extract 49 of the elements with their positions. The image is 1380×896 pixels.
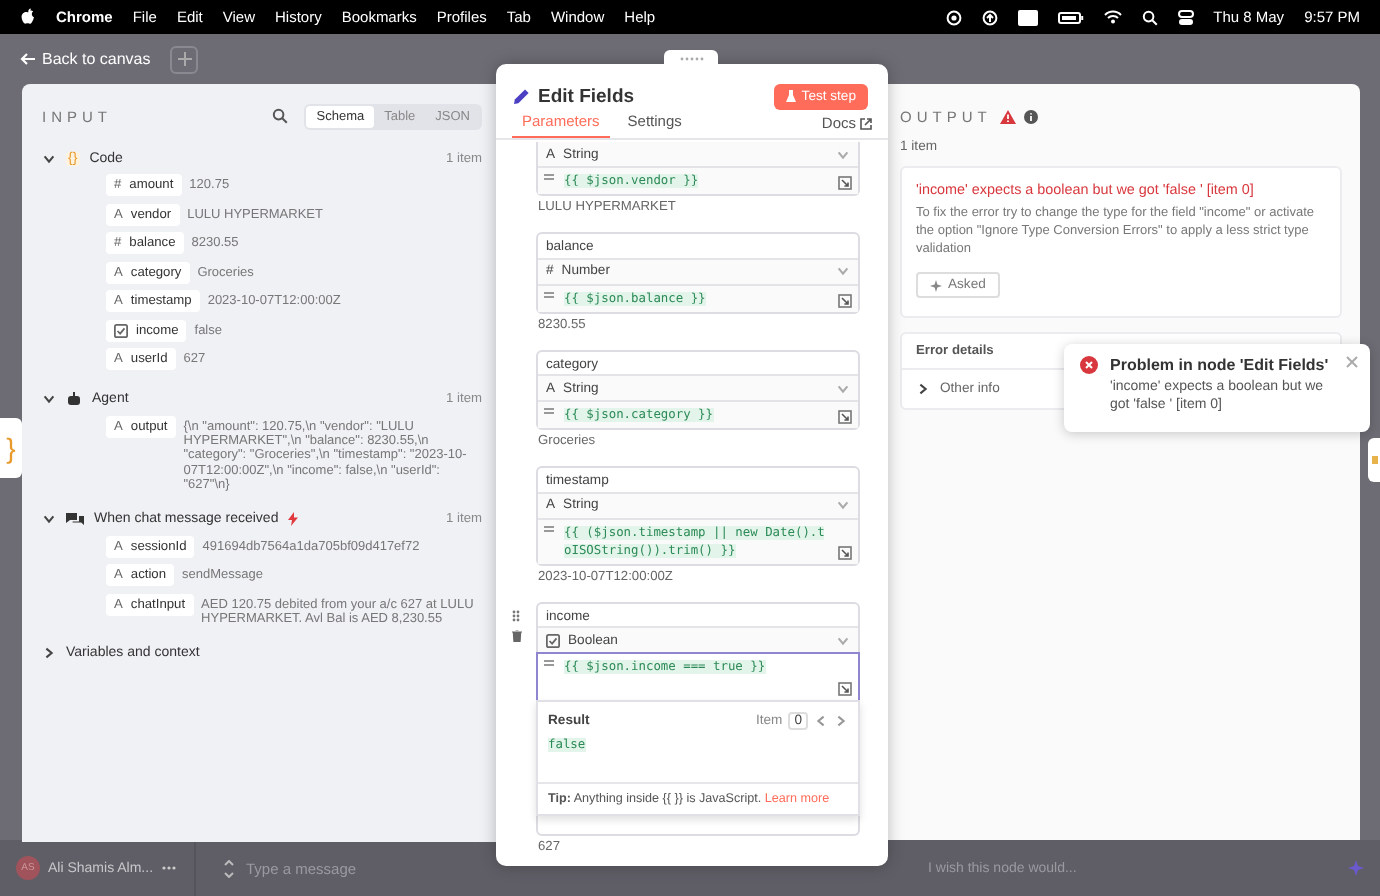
canvas-node-edge: } <box>0 418 22 478</box>
control-center-icon[interactable] <box>1177 9 1194 25</box>
pencil-icon <box>512 87 530 105</box>
expand-editor-icon[interactable] <box>838 682 852 696</box>
search-icon[interactable] <box>1141 9 1158 25</box>
flask-icon[interactable] <box>785 90 796 102</box>
keyboard-input-icon[interactable] <box>1017 9 1038 25</box>
lightning-icon <box>288 512 299 527</box>
next-icon[interactable] <box>834 714 848 728</box>
upload-icon[interactable] <box>981 9 998 25</box>
drag-handle-icon[interactable] <box>664 50 718 66</box>
expand-editor-icon[interactable] <box>838 410 852 424</box>
checkbox-icon <box>114 323 128 337</box>
chat-bubbles-icon <box>66 512 84 527</box>
expand-chevron-icon[interactable] <box>916 382 930 397</box>
drag-handle-icon[interactable] <box>512 609 520 621</box>
previous-icon[interactable] <box>814 714 828 728</box>
expand-editor-icon[interactable] <box>838 545 852 559</box>
battery-icon[interactable] <box>1057 11 1084 23</box>
warning-icon <box>999 109 1016 123</box>
back-link[interactable]: Back to canvas <box>20 50 151 68</box>
expand-editor-icon[interactable] <box>838 293 852 307</box>
trash-icon[interactable] <box>511 629 521 641</box>
error-icon <box>1080 356 1098 374</box>
search-icon[interactable] <box>272 108 289 124</box>
equals-icon <box>544 406 554 416</box>
expand-chevron-icon[interactable] <box>42 392 56 406</box>
logo-icon[interactable] <box>20 8 36 26</box>
info-icon <box>1023 109 1038 123</box>
external-link-icon[interactable] <box>860 117 872 129</box>
equals-icon <box>544 523 554 533</box>
expand-chevron-icon[interactable] <box>42 512 56 527</box>
equals-icon <box>544 289 554 299</box>
robot-icon <box>66 392 82 406</box>
expand-editor-icon[interactable] <box>838 176 852 190</box>
equals-icon <box>544 658 554 668</box>
expand-chevron-icon[interactable] <box>42 646 56 661</box>
screen-record-icon[interactable] <box>945 9 962 25</box>
sparkle-icon[interactable] <box>930 279 942 292</box>
chevron-down-icon[interactable] <box>224 871 234 877</box>
checkbox-icon <box>546 633 560 647</box>
wifi-icon[interactable] <box>1103 10 1122 24</box>
chevron-up-icon[interactable] <box>224 859 234 865</box>
canvas-node-edge <box>1368 438 1380 482</box>
arrow-left-icon[interactable] <box>20 52 36 66</box>
equals-icon <box>544 172 554 182</box>
expand-chevron-icon[interactable] <box>42 151 56 165</box>
toast-title: Problem in node 'Edit Fields' <box>1110 356 1331 374</box>
panel-title: Edit Fields <box>538 85 637 107</box>
